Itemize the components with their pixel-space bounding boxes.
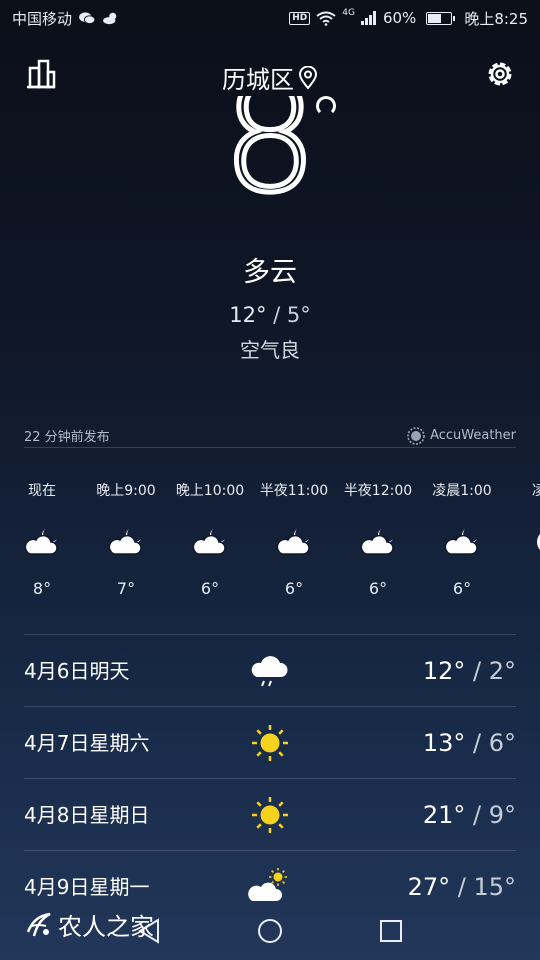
battery-icon xyxy=(426,11,456,25)
day-low: 9° xyxy=(488,801,516,829)
day-low: 15° xyxy=(473,873,516,901)
day-separator: / xyxy=(465,729,489,757)
battery-percent: 60% xyxy=(382,9,417,27)
hour-column: 凌晨 xyxy=(504,470,540,606)
location-name: 历城区 xyxy=(222,66,294,94)
current-condition: 多云 xyxy=(243,257,297,288)
watermark: 农人之家 xyxy=(24,907,154,942)
navigation-bar: 农人之家 xyxy=(0,904,540,960)
hour-column: 半夜11:00 6° xyxy=(252,470,336,606)
day-high: 12° xyxy=(422,657,466,685)
status-bar: 中国移动 HD 4G 60% 晚上8:25 xyxy=(0,0,540,36)
day-date: 4月8日星期日 xyxy=(24,803,150,827)
hour-time: 凌晨1:00 xyxy=(432,483,492,499)
rain-cloud-icon xyxy=(248,651,292,691)
partly-cloudy-night-icon xyxy=(336,512,420,572)
settings-gear-icon[interactable] xyxy=(484,58,516,90)
daily-row[interactable]: 4月7日星期六 13° / 6° xyxy=(24,706,516,778)
hour-time: 晚上10:00 xyxy=(175,483,245,499)
current-temperature-value: 8 xyxy=(220,96,320,226)
status-left: 中国移动 xyxy=(12,8,120,29)
provider-link[interactable]: AccuWeather xyxy=(407,426,516,445)
daily-row[interactable]: 4月8日星期日 21° / 9° xyxy=(24,778,516,850)
partly-cloudy-night-icon xyxy=(420,512,504,572)
day-separator: / xyxy=(465,657,489,685)
today-high: 12° xyxy=(229,303,267,327)
hourly-forecast[interactable]: 现在 8° 晚上9:00 7° 晚上10:00 6° 半夜11:00 6° 半夜12:00 6° 凌… xyxy=(0,470,540,620)
daily-forecast: 4月6日明天 12° / 2° 4月7日星期六 13° / 6° 4月8日星期日 21° … xyxy=(24,634,516,922)
hour-time: 半夜12:00 xyxy=(343,483,413,499)
weather-notification-icon xyxy=(103,12,117,25)
recents-icon[interactable] xyxy=(376,916,406,946)
day-high-low: 12° / 2° xyxy=(423,635,516,707)
top-bar: 历城区 xyxy=(0,56,540,96)
wifi-icon xyxy=(316,11,336,26)
day-separator: / xyxy=(450,873,474,901)
hour-temp: 8° xyxy=(32,579,52,598)
day-high-low: 13° / 6° xyxy=(423,707,516,779)
network-type: 4G xyxy=(342,8,355,18)
day-low: 6° xyxy=(488,729,516,757)
watermark-logo-icon xyxy=(26,912,51,936)
clock: 晚上8:25 xyxy=(464,9,528,28)
hour-temp: 7° xyxy=(116,579,136,598)
day-date: 4月7日星期六 xyxy=(24,731,150,755)
partly-cloudy-day-icon xyxy=(248,867,292,907)
publish-time: 22 分钟前发布 xyxy=(24,430,110,445)
status-right: HD 4G 60% 晚上8:25 xyxy=(289,8,528,29)
high-low-separator: / xyxy=(266,303,287,327)
degree-symbol-icon xyxy=(316,96,336,116)
day-high: 13° xyxy=(422,729,466,757)
moon-icon xyxy=(504,512,540,572)
carrier-label: 中国移动 xyxy=(12,9,73,28)
hour-time: 凌晨 xyxy=(532,483,540,499)
hour-column: 晚上10:00 6° xyxy=(168,470,252,606)
wechat-icon xyxy=(79,12,96,25)
watermark-text: 农人之家 xyxy=(58,913,154,941)
day-high: 21° xyxy=(422,801,466,829)
today-low: 5° xyxy=(286,303,311,327)
location-pin-icon xyxy=(298,65,318,90)
air-quality[interactable]: 空气良 xyxy=(0,334,540,363)
day-high-low: 21° / 9° xyxy=(423,779,516,851)
hour-time: 晚上9:00 xyxy=(96,483,156,499)
hour-temp: 6° xyxy=(284,579,304,598)
current-temperature: 8 xyxy=(0,96,540,226)
accuweather-sun-icon xyxy=(407,426,425,445)
hd-badge: HD xyxy=(289,11,311,25)
hour-column: 晚上9:00 7° xyxy=(84,470,168,606)
hour-column: 现在 8° xyxy=(0,470,84,606)
partly-cloudy-night-icon xyxy=(84,512,168,572)
location-header[interactable]: 历城区 xyxy=(0,60,540,95)
partly-cloudy-night-icon xyxy=(0,512,84,572)
hour-temp: 6° xyxy=(368,579,388,598)
day-separator: / xyxy=(465,801,489,829)
day-high: 27° xyxy=(407,873,451,901)
partly-cloudy-night-icon xyxy=(252,512,336,572)
hour-column: 半夜12:00 6° xyxy=(336,470,420,606)
hour-temp: 6° xyxy=(452,579,472,598)
today-high-low: 12° / 5° xyxy=(0,303,540,327)
sun-icon xyxy=(248,723,292,763)
home-icon[interactable] xyxy=(255,916,285,946)
hour-temp xyxy=(504,572,540,606)
hour-column: 凌晨1:00 6° xyxy=(420,470,504,606)
daily-row[interactable]: 4月6日明天 12° / 2° xyxy=(24,634,516,706)
provider-name: AccuWeather xyxy=(430,428,516,443)
partly-cloudy-night-icon xyxy=(168,512,252,572)
hour-temp: 6° xyxy=(200,579,220,598)
day-date: 4月6日明天 xyxy=(24,659,130,683)
sun-icon xyxy=(248,795,292,835)
publish-row: 22 分钟前发布 AccuWeather xyxy=(24,424,516,448)
hour-time: 半夜11:00 xyxy=(259,483,329,499)
signal-icon xyxy=(360,11,376,25)
day-low: 2° xyxy=(488,657,516,685)
hour-time: 现在 xyxy=(28,483,56,499)
